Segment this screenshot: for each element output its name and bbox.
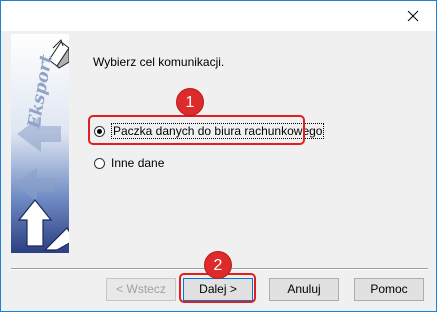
annotation-badge-1: 1 [176,88,204,116]
close-icon [407,10,419,22]
option-other-data[interactable]: Inne dane [94,156,164,170]
export-illustration-icon: Eksport [11,34,69,253]
back-button[interactable]: < Wstecz [106,278,176,301]
radio-button[interactable] [94,157,105,169]
annotation-badge-2: 2 [204,251,232,279]
wizard-side-image: Eksport [11,34,69,253]
help-button[interactable]: Pomoc [354,278,424,301]
title-bar [1,1,436,31]
dialog-window: Eksport Wybierz cel komunikacji. Paczka … [0,0,437,312]
cancel-button[interactable]: Anuluj [269,278,339,301]
close-button[interactable] [390,1,436,31]
annotation-box-1 [88,115,305,145]
option-label: Inne dane [111,156,165,170]
page-title: Wybierz cel komunikacji. [93,55,225,69]
